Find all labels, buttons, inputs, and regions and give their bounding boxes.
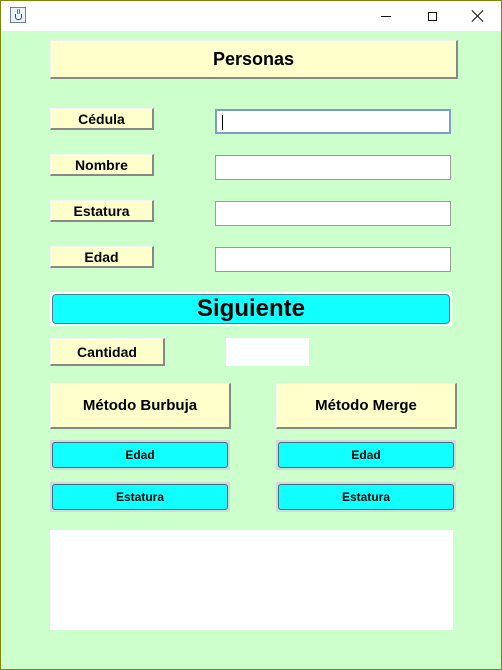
minimize-button[interactable]	[363, 1, 409, 31]
minimize-icon	[381, 15, 391, 17]
app-window: Personas Cédula Nombre Estatura Edad Sig…	[0, 0, 502, 670]
java-app-icon[interactable]	[10, 7, 26, 23]
merge-edad-label: Edad	[278, 442, 454, 468]
close-icon	[472, 10, 484, 22]
merge-edad-button[interactable]: Edad	[276, 440, 456, 470]
estatura-label: Estatura	[50, 200, 154, 222]
edad-label: Edad	[50, 246, 154, 268]
output-text-area[interactable]	[50, 530, 453, 630]
cedula-label: Cédula	[50, 108, 154, 130]
burbuja-edad-label: Edad	[52, 442, 228, 468]
form-title: Personas	[50, 40, 458, 79]
cantidad-value	[226, 338, 309, 366]
metodo-burbuja-label: Método Burbuja	[50, 383, 231, 429]
nombre-input[interactable]	[215, 155, 451, 180]
close-button[interactable]	[455, 1, 501, 31]
cedula-input[interactable]	[215, 109, 451, 134]
burbuja-estatura-button[interactable]: Estatura	[50, 482, 230, 512]
java-cup-glyph	[15, 14, 22, 20]
title-bar[interactable]	[1, 1, 501, 31]
estatura-input[interactable]	[215, 201, 451, 226]
edad-input[interactable]	[215, 247, 451, 272]
nombre-label: Nombre	[50, 154, 154, 176]
maximize-icon	[427, 11, 437, 21]
siguiente-button[interactable]: Siguiente	[50, 292, 452, 326]
burbuja-edad-button[interactable]: Edad	[50, 440, 230, 470]
siguiente-button-label: Siguiente	[52, 294, 450, 324]
merge-estatura-button[interactable]: Estatura	[276, 482, 456, 512]
maximize-button[interactable]	[409, 1, 455, 31]
cantidad-label: Cantidad	[50, 338, 165, 366]
text-caret	[222, 115, 223, 130]
merge-estatura-label: Estatura	[278, 484, 454, 510]
burbuja-estatura-label: Estatura	[52, 484, 228, 510]
metodo-merge-label: Método Merge	[276, 383, 457, 429]
